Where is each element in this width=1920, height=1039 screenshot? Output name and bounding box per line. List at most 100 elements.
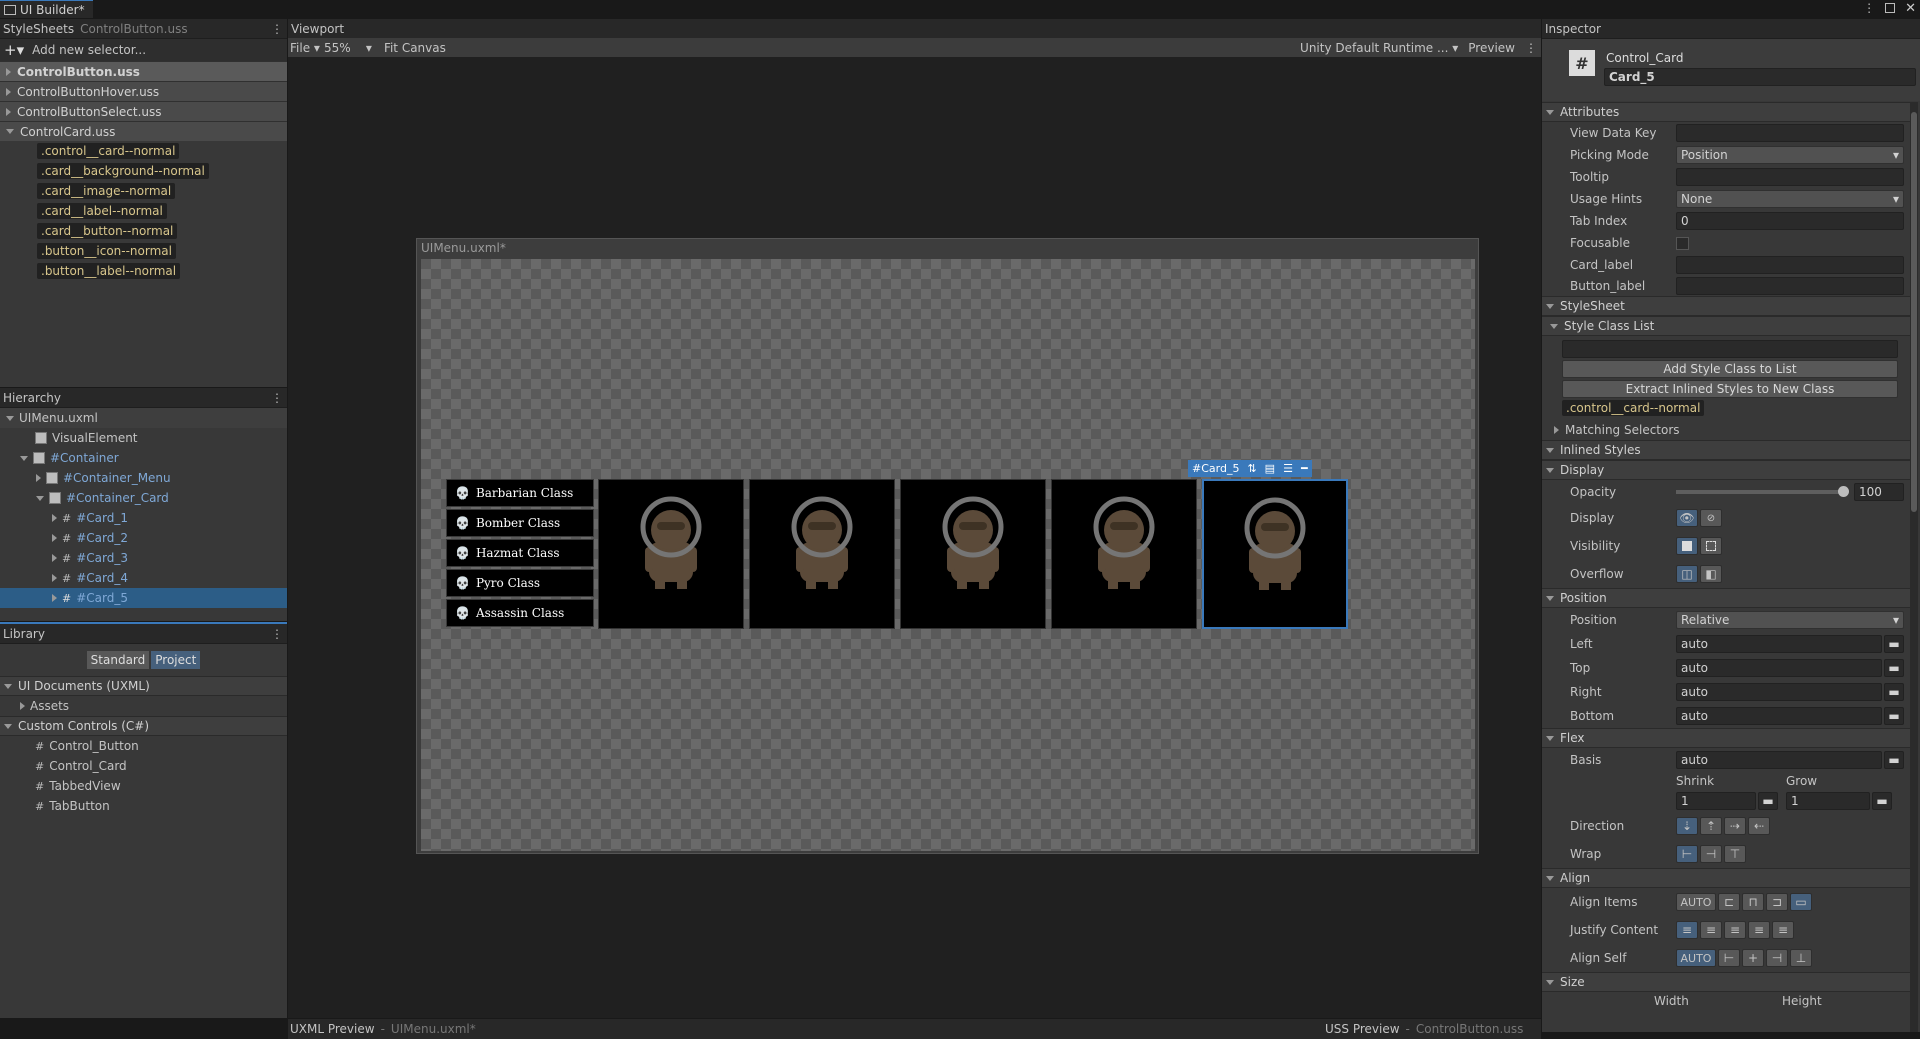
selector-chip[interactable]: .button__label--normal (37, 263, 181, 279)
selector-chip[interactable]: .card__background--normal (37, 163, 209, 179)
position-dropdown[interactable]: Relative ▾ (1676, 611, 1904, 629)
align-stretch-icon[interactable]: ▭ (1790, 893, 1812, 911)
left-unit-dropdown[interactable]: ▬ (1884, 635, 1904, 653)
fit-canvas-button[interactable]: Fit Canvas (384, 41, 446, 55)
menu-item-assassin[interactable]: 💀 Assassin Class (446, 599, 594, 627)
stylesheets-menu-icon[interactable]: ⋮ (271, 23, 283, 35)
display-section[interactable]: Display (1542, 460, 1910, 480)
expand-icon[interactable] (6, 67, 11, 76)
wrap-reverse-icon[interactable]: ⊤ (1724, 845, 1746, 863)
collapse-icon[interactable] (1550, 323, 1558, 329)
close-icon[interactable]: ✕ (1905, 1, 1916, 16)
library-item[interactable]: # Control_Card (0, 756, 287, 776)
top-input[interactable]: auto (1676, 659, 1882, 677)
collapse-icon[interactable] (1546, 467, 1554, 473)
bottom-input[interactable]: auto (1676, 707, 1882, 725)
hierarchy-item[interactable]: #Container_Card (0, 488, 287, 508)
direction-row-reverse-icon[interactable]: ⇠ (1748, 817, 1770, 835)
right-input[interactable]: auto (1676, 683, 1882, 701)
collapse-icon[interactable] (1546, 979, 1554, 985)
hierarchy-item[interactable]: # #Card_1 (0, 508, 287, 528)
self-stretch-icon[interactable]: ⊥ (1790, 949, 1812, 967)
theme-dropdown[interactable]: Unity Default Runtime ... ▾ (1300, 41, 1458, 55)
tab-standard[interactable]: Standard (86, 651, 150, 669)
tab-project[interactable]: Project (151, 651, 201, 669)
library-assets[interactable]: Assets (0, 696, 287, 716)
selector-chip[interactable]: .card__image--normal (37, 183, 176, 199)
selector-chip[interactable]: .card__label--normal (37, 203, 167, 219)
align-start-icon[interactable]: ⊏ (1718, 893, 1740, 911)
expand-icon[interactable] (52, 514, 57, 522)
align-icon[interactable]: ▤ (1265, 462, 1275, 475)
matching-selectors[interactable]: Matching Selectors (1542, 420, 1910, 440)
style-class-list-section[interactable]: Style Class List (1542, 316, 1910, 336)
collapse-icon[interactable] (1546, 447, 1554, 453)
button-label-input[interactable] (1676, 277, 1904, 295)
card-5-selected[interactable] (1202, 479, 1348, 629)
expand-icon[interactable] (36, 474, 41, 482)
add-selector-input[interactable]: Add new selector... (32, 41, 287, 59)
position-section[interactable]: Position (1542, 588, 1910, 608)
inspector-scrollbar[interactable] (1910, 102, 1918, 1032)
expand-icon[interactable] (20, 702, 25, 710)
hidden-icon[interactable] (1700, 537, 1722, 555)
self-center-icon[interactable]: + (1742, 949, 1764, 967)
focusable-checkbox[interactable] (1676, 236, 1689, 250)
self-start-icon[interactable]: ⊢ (1718, 949, 1740, 967)
zoom-dropdown[interactable]: 55% ▾ (324, 41, 380, 55)
direction-column-reverse-icon[interactable]: ⇡ (1700, 817, 1722, 835)
hierarchy-item[interactable]: #Container (0, 448, 287, 468)
collapse-icon[interactable] (1546, 303, 1554, 309)
shrink-input[interactable]: 1 (1676, 792, 1756, 810)
hierarchy-menu-icon[interactable]: ⋮ (271, 392, 283, 404)
element-name-field[interactable]: Card_5 (1604, 68, 1916, 86)
sheet-controlcard[interactable]: ControlCard.uss (0, 121, 287, 141)
flex-direction-icon[interactable]: ⇅ (1247, 462, 1256, 475)
expand-icon[interactable] (52, 534, 57, 542)
menu-item-bomber[interactable]: 💀 Bomber Class (446, 509, 594, 537)
nowrap-icon[interactable]: ⊢ (1676, 845, 1698, 863)
align-end-icon[interactable]: ⊐ (1766, 893, 1788, 911)
library-item[interactable]: # TabButton (0, 796, 287, 816)
selection-tag[interactable]: #Card_5 ⇅ ▤ ☰ ━ (1188, 460, 1312, 477)
viewport-menu-icon[interactable]: ⋮ (1525, 41, 1537, 55)
size-section[interactable]: Size (1542, 972, 1910, 992)
opacity-slider[interactable] (1676, 486, 1849, 497)
hierarchy-item[interactable]: # #Card_4 (0, 568, 287, 588)
window-menu-icon[interactable]: ⋮ (1863, 1, 1875, 15)
justify-between-icon[interactable]: ≡ (1748, 921, 1770, 939)
hierarchy-root[interactable]: UIMenu.uxml (0, 408, 287, 428)
menu-item-barbarian[interactable]: 💀 Barbarian Class (446, 479, 594, 507)
align-items-auto-button[interactable]: AUTO (1676, 893, 1716, 911)
top-unit-dropdown[interactable]: ▬ (1884, 659, 1904, 677)
overflow-visible-icon[interactable]: ◫ (1676, 565, 1698, 583)
tooltip-input[interactable] (1676, 168, 1904, 186)
sheet-controlbutton[interactable]: ControlButton.uss (0, 61, 287, 81)
section-custom[interactable]: Custom Controls (C#) (0, 716, 287, 736)
maximize-icon[interactable] (1885, 3, 1896, 13)
add-icon[interactable]: +▾ (4, 41, 24, 59)
hierarchy-item[interactable]: # #Card_2 (0, 528, 287, 548)
usage-hints-dropdown[interactable]: None ▾ (1676, 190, 1904, 208)
direction-column-icon[interactable]: ⇣ (1676, 817, 1698, 835)
wrap-icon[interactable]: ⊣ (1700, 845, 1722, 863)
collapse-icon[interactable] (1546, 109, 1554, 115)
overflow-hidden-icon[interactable]: ◧ (1700, 565, 1722, 583)
grow-input[interactable]: 1 (1786, 792, 1870, 810)
collapse-icon[interactable] (36, 495, 44, 501)
inlined-styles-section[interactable]: Inlined Styles (1542, 440, 1910, 460)
display-none-icon[interactable]: ⊘ (1700, 509, 1722, 527)
collapse-icon[interactable] (1546, 595, 1554, 601)
library-item[interactable]: # TabbedView (0, 776, 287, 796)
extract-inlined-styles-button[interactable]: Extract Inlined Styles to New Class (1562, 380, 1898, 398)
opacity-input[interactable]: 100 (1854, 483, 1904, 501)
card-4[interactable] (1051, 479, 1197, 629)
file-menu[interactable]: File ▾ (290, 41, 320, 55)
align-section[interactable]: Align (1542, 868, 1910, 888)
expand-icon[interactable] (6, 87, 11, 96)
self-end-icon[interactable]: ⊣ (1766, 949, 1788, 967)
justify-center-icon[interactable]: ≡ (1700, 921, 1722, 939)
collapse-icon[interactable] (4, 723, 12, 729)
preview-button[interactable]: Preview (1468, 41, 1515, 55)
flex-section[interactable]: Flex (1542, 728, 1910, 748)
